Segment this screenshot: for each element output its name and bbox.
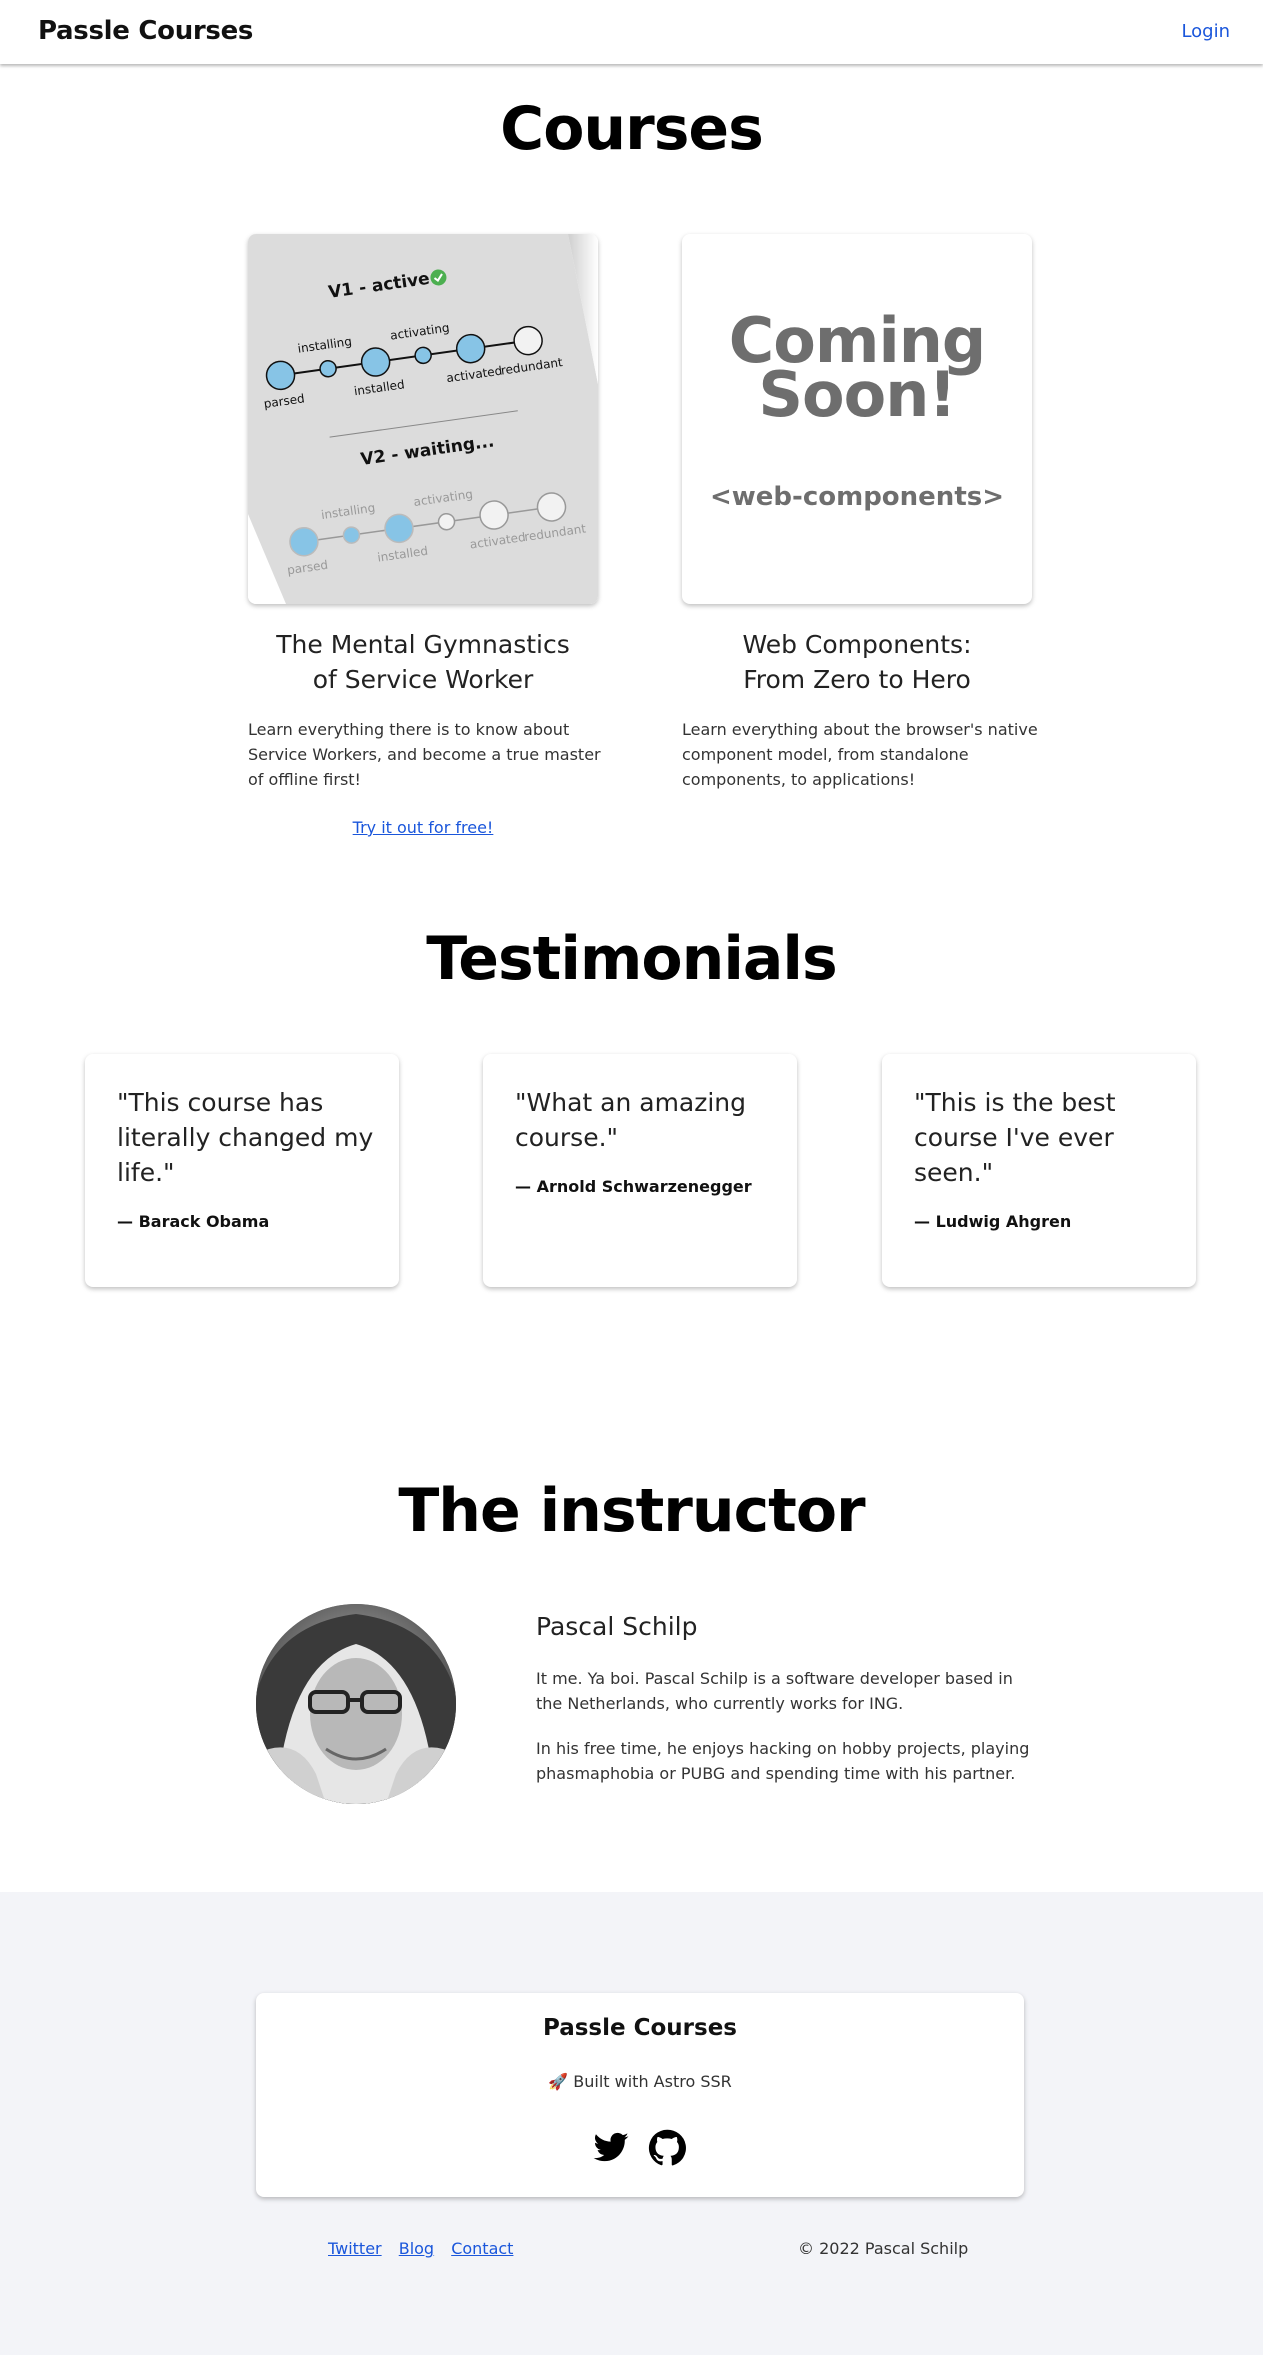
- footer-links: Twitter Blog Contact: [328, 2239, 525, 2258]
- web-components-tag: <web-components>: [709, 482, 1005, 512]
- footer-link-blog[interactable]: Blog: [399, 2239, 434, 2258]
- twitter-icon[interactable]: [592, 2129, 630, 2167]
- built-with: 🚀 Built with Astro SSR: [256, 2072, 1024, 2091]
- course-title-service-worker[interactable]: The Mental Gymnastics of Service Worker: [248, 627, 598, 697]
- course-title-line-2: From Zero to Hero: [743, 665, 971, 694]
- navbar: Passle Courses Login: [0, 0, 1263, 64]
- login-link[interactable]: Login: [1181, 21, 1230, 42]
- service-worker-diagram: V1 - active parsed installing installed …: [248, 234, 598, 604]
- courses-heading: Courses: [500, 94, 764, 164]
- testimonial-author: — Barack Obama: [117, 1212, 270, 1231]
- testimonial-author: — Arnold Schwarzenegger: [515, 1177, 752, 1196]
- testimonial-quote: "What an amazing course.": [515, 1088, 747, 1152]
- course-image-web-components[interactable]: Coming Soon! <web-components>: [682, 234, 1032, 604]
- footer-link-contact[interactable]: Contact: [451, 2239, 513, 2258]
- coming-soon-text: Coming Soon!: [682, 310, 1032, 426]
- copyright: © 2022 Pascal Schilp: [798, 2239, 969, 2258]
- course-title-line-1: The Mental Gymnastics: [276, 630, 570, 659]
- footer-brand: Passle Courses: [542, 2015, 737, 2041]
- testimonial-card: "This course has literally changed my li…: [85, 1054, 399, 1287]
- course-description-service-worker: Learn everything there is to know about …: [248, 720, 601, 789]
- instructor-heading: The instructor: [398, 1476, 865, 1546]
- instructor-bio-1: It me. Ya boi. Pascal Schilp is a softwa…: [536, 1669, 1013, 1713]
- course-image-service-worker[interactable]: V1 - active parsed installing installed …: [248, 234, 598, 604]
- course-title-line-1: Web Components:: [742, 630, 972, 659]
- rocket-icon: 🚀: [548, 2072, 569, 2091]
- testimonial-author: — Ludwig Ahgren: [914, 1212, 1072, 1231]
- github-icon[interactable]: [648, 2129, 686, 2167]
- footer-card: Passle Courses 🚀 Built with Astro SSR: [256, 1993, 1024, 2197]
- instructor-name: Pascal Schilp: [536, 1612, 698, 1641]
- course-title-line-2: of Service Worker: [312, 665, 534, 694]
- brand-logo[interactable]: Passle Courses: [38, 16, 253, 46]
- avatar-photo: [256, 1604, 456, 1804]
- testimonial-card: "This is the best course I've ever seen.…: [882, 1054, 1196, 1287]
- instructor-avatar: [256, 1604, 456, 1804]
- testimonials-heading: Testimonials: [426, 924, 837, 994]
- try-free-link[interactable]: Try it out for free!: [248, 818, 598, 837]
- footer-link-twitter[interactable]: Twitter: [328, 2239, 382, 2258]
- instructor-bio-2: In his free time, he enjoys hacking on h…: [536, 1739, 1030, 1783]
- testimonial-card: "What an amazing course." — Arnold Schwa…: [483, 1054, 797, 1287]
- course-title-web-components: Web Components: From Zero to Hero: [682, 627, 1032, 697]
- footer: Passle Courses 🚀 Built with Astro SSR Tw…: [0, 1892, 1263, 2355]
- testimonial-quote: "This is the best course I've ever seen.…: [914, 1088, 1116, 1187]
- testimonial-quote: "This course has literally changed my li…: [117, 1088, 374, 1187]
- course-description-web-components: Learn everything about the browser's nat…: [682, 720, 1038, 789]
- built-with-text: Built with Astro SSR: [573, 2072, 732, 2091]
